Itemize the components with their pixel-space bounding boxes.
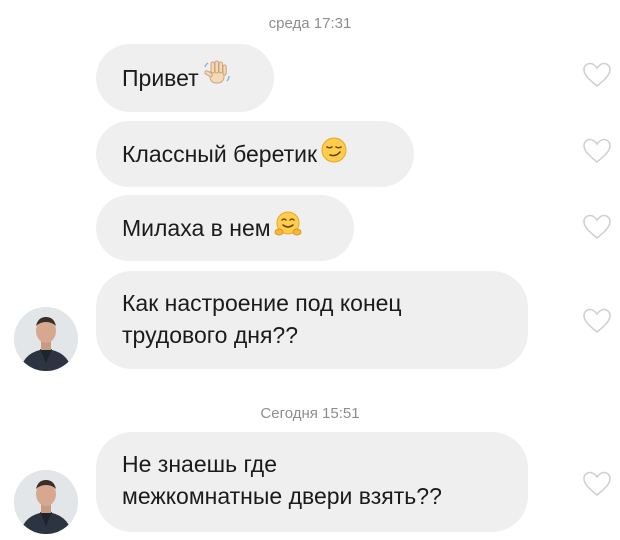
message-text-line: трудового дня?? [122, 322, 298, 348]
timestamp: среда 17:31 [268, 15, 352, 32]
like-heart-icon[interactable] [582, 137, 612, 165]
sender-avatar[interactable] [14, 307, 78, 371]
waving-hand-emoji-icon [202, 59, 232, 97]
message-text-line: межкомнатные двери взять?? [122, 483, 442, 509]
timestamp: Сегодня 15:51 [260, 405, 360, 422]
message-bubble[interactable]: Не знаешь где межкомнатные двери взять?? [96, 432, 528, 532]
chat-thread: среда 17:31 Привет Классный беретик Мила… [0, 0, 620, 540]
message-bubble[interactable]: Классный беретик [96, 121, 414, 187]
like-heart-icon[interactable] [582, 307, 612, 335]
message-bubble[interactable]: Милаха в нем [96, 195, 354, 261]
smirking-face-emoji-icon [320, 136, 348, 172]
message-text: Классный беретик [122, 141, 318, 167]
message-text: Милаха в нем [122, 215, 271, 241]
message-text: Привет [122, 65, 199, 91]
message-bubble[interactable]: Как настроение под конец трудового дня?? [96, 271, 528, 369]
hugging-face-emoji-icon [274, 210, 302, 246]
sender-avatar[interactable] [14, 470, 78, 534]
message-text-line: Не знаешь где [122, 451, 278, 477]
like-heart-icon[interactable] [582, 470, 612, 498]
message-bubble[interactable]: Привет [96, 44, 274, 112]
like-heart-icon[interactable] [582, 61, 612, 89]
message-text-line: Как настроение под конец [122, 290, 402, 316]
like-heart-icon[interactable] [582, 213, 612, 241]
